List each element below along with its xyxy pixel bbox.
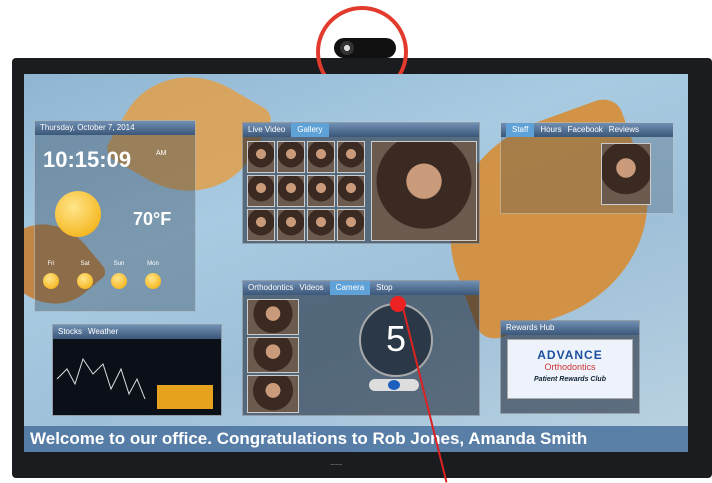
- gallery-thumbnail[interactable]: [337, 175, 365, 207]
- tab-orthodontics[interactable]: Orthodontics: [248, 281, 293, 295]
- forecast-day: Sun: [113, 261, 125, 267]
- capture-button[interactable]: [369, 379, 419, 391]
- countdown-timer: 5: [359, 303, 433, 377]
- tab-stop[interactable]: Stop: [376, 281, 392, 295]
- captured-photo: [247, 375, 299, 413]
- welcome-ticker: Welcome to our office. Congratulations t…: [24, 426, 688, 452]
- tab-staff[interactable]: Staff: [506, 123, 535, 137]
- tab-videos[interactable]: Videos: [299, 281, 323, 295]
- camera-icon: [388, 380, 400, 390]
- featured-photo: [371, 141, 477, 241]
- current-temperature: 70°F: [133, 209, 172, 229]
- forecast-day: Sat: [80, 261, 90, 267]
- monitor-brand-logo: ~~~: [330, 462, 343, 469]
- camera-widget: Orthodontics Videos Camera Stop 5: [242, 280, 480, 416]
- stocks-tabs: Stocks Weather: [53, 325, 221, 339]
- camera-tabs: Orthodontics Videos Camera Stop: [243, 281, 479, 295]
- rewards-header: Rewards Hub: [501, 321, 639, 335]
- gallery-thumbnail[interactable]: [247, 209, 275, 241]
- forecast-day: Fri: [47, 261, 55, 267]
- rewards-widget: Rewards Hub ADVANCE Orthodontics Patient…: [500, 320, 640, 414]
- gallery-thumbnail[interactable]: [307, 209, 335, 241]
- rewards-tagline: Patient Rewards Club: [534, 376, 606, 383]
- logo-line2: Orthodontics: [544, 362, 596, 372]
- tab-facebook[interactable]: Facebook: [568, 123, 603, 137]
- clock-time: 10:15:09: [43, 147, 132, 172]
- staff-widget: Staff Hours Facebook Reviews: [500, 122, 674, 214]
- forecast-day: Mon: [147, 261, 159, 267]
- sun-icon: [43, 273, 59, 289]
- tab-camera[interactable]: Camera: [329, 281, 371, 295]
- sun-icon: [77, 273, 93, 289]
- stocks-widget: Stocks Weather: [52, 324, 222, 416]
- tab-hours[interactable]: Hours: [540, 123, 561, 137]
- photo-gallery-widget: Live Video Gallery: [242, 122, 480, 244]
- tab-reviews[interactable]: Reviews: [609, 123, 639, 137]
- gallery-thumbnail[interactable]: [277, 175, 305, 207]
- stock-chart: [53, 339, 221, 415]
- tab-weather[interactable]: Weather: [88, 325, 118, 339]
- gallery-thumbnail[interactable]: [247, 175, 275, 207]
- captured-photo: [247, 299, 299, 335]
- sun-icon: [111, 273, 127, 289]
- captured-photo: [247, 337, 299, 373]
- gallery-thumbnail[interactable]: [277, 209, 305, 241]
- gallery-thumbnail[interactable]: [337, 141, 365, 173]
- weather-widget: Thursday, October 7, 2014 10:15:09 AM 70…: [34, 120, 196, 312]
- rewards-title: Rewards Hub: [506, 323, 555, 332]
- staff-tabs: Staff Hours Facebook Reviews: [501, 123, 673, 137]
- tab-live-video[interactable]: Live Video: [248, 123, 285, 137]
- digital-signage-screen: Thursday, October 7, 2014 10:15:09 AM 70…: [24, 74, 688, 452]
- sun-icon: [145, 273, 161, 289]
- logo-line1: ADVANCE: [537, 348, 603, 362]
- gallery-thumbnail[interactable]: [247, 141, 275, 173]
- weather-header: Thursday, October 7, 2014: [35, 121, 195, 135]
- tab-stocks[interactable]: Stocks: [58, 325, 82, 339]
- gallery-thumbnail[interactable]: [307, 175, 335, 207]
- gallery-thumbnail[interactable]: [277, 141, 305, 173]
- staff-photo: [601, 143, 651, 205]
- gallery-thumbnail[interactable]: [337, 209, 365, 241]
- gallery-thumbnail[interactable]: [307, 141, 335, 173]
- tab-gallery[interactable]: Gallery: [291, 123, 329, 137]
- advance-orthodontics-logo: ADVANCE Orthodontics Patient Rewards Clu…: [507, 339, 633, 399]
- gallery-tabs: Live Video Gallery: [243, 123, 479, 137]
- am-pm-label: AM: [156, 150, 167, 157]
- current-date: Thursday, October 7, 2014: [40, 123, 135, 132]
- sun-icon: [55, 191, 101, 237]
